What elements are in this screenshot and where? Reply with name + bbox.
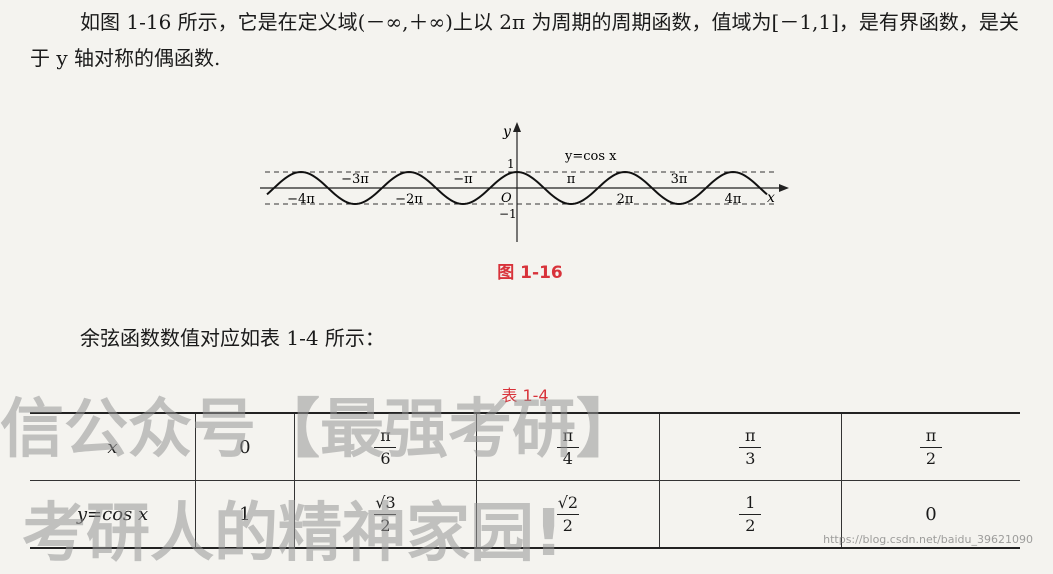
cosine-graph: y x O 1 −1 y=cos x −3π −π π 3π −4π −2π 2π 4π <box>260 122 789 242</box>
table-cell: 12 <box>658 480 842 549</box>
numerator: π <box>380 426 391 445</box>
y-axis-arrow <box>513 122 521 132</box>
row-header-x: x <box>30 412 196 481</box>
denominator: 2 <box>925 449 937 468</box>
x-tick-label: π <box>567 172 576 187</box>
curve-label: y=cos x <box>564 149 617 164</box>
table-cell: √2 2 <box>476 480 660 549</box>
origin-label: O <box>501 191 512 206</box>
fraction-bar <box>374 514 397 515</box>
y-tick-1: 1 <box>507 157 515 171</box>
x-axis-label: x <box>767 190 775 206</box>
x-axis-arrow <box>779 184 789 192</box>
fraction: √3 2 <box>374 493 397 536</box>
denominator: 2 <box>380 516 391 535</box>
fraction-bar <box>556 447 579 448</box>
x-tick-label: 2π <box>617 192 634 207</box>
row-header-cos: y=cos x <box>30 480 196 549</box>
table-row: x 0 π6 π4 π3 π2 <box>30 412 1020 481</box>
fraction-bar <box>739 447 762 448</box>
numerator: π <box>925 426 937 445</box>
x-tick-label: 4π <box>725 192 742 207</box>
y-tick-neg1: −1 <box>499 207 517 221</box>
x-tick-label: −π <box>453 172 473 187</box>
table-cell: √3 2 <box>293 480 477 549</box>
fraction: π3 <box>739 426 762 469</box>
fraction: π2 <box>920 426 943 469</box>
fraction-bar <box>739 514 762 515</box>
intro-paragraph: 如图 1-16 所示，它是在定义域(－∞,＋∞)上以 2π 为周期的周期函数，值… <box>30 10 1019 70</box>
numerator: 1 <box>745 493 756 512</box>
table-cell: π2 <box>841 412 1020 481</box>
numerator: π <box>745 426 756 445</box>
numerator: π <box>562 426 574 445</box>
fraction: π4 <box>556 426 579 469</box>
x-tick-label: −2π <box>395 192 423 207</box>
fraction-bar <box>556 514 579 515</box>
y-axis-label: y <box>502 124 512 140</box>
fraction-bar <box>920 447 943 448</box>
denominator: 6 <box>380 449 391 468</box>
x-tick-label: 3π <box>671 172 688 187</box>
cosine-values-table: x 0 π6 π4 π3 π2 y=cos x 1 √3 2 √2 2 12 0 <box>30 412 1020 549</box>
denominator: 2 <box>562 516 573 535</box>
x-tick-label: −3π <box>341 172 369 187</box>
denominator: 2 <box>745 516 756 535</box>
x-tick-label: −4π <box>287 192 315 207</box>
figure-caption: 图 1-16 <box>497 263 563 283</box>
table-cell: π6 <box>293 412 477 481</box>
fraction: π6 <box>374 426 397 469</box>
fraction-bar <box>374 447 397 448</box>
table-cell: 1 <box>195 480 295 549</box>
table-cell: 0 <box>195 412 295 481</box>
numerator: √2 <box>557 493 579 512</box>
denominator: 4 <box>562 449 573 468</box>
fraction: √2 2 <box>556 493 579 536</box>
denominator: 3 <box>745 449 756 468</box>
source-url: https://blog.csdn.net/baidu_39621090 <box>823 533 1033 546</box>
table-cell: π4 <box>476 412 660 481</box>
table-caption: 表 1-4 <box>501 386 549 405</box>
numerator: √3 <box>375 493 396 512</box>
table-cell: π3 <box>658 412 842 481</box>
table-intro-paragraph: 余弦函数数值对应如表 1-4 所示： <box>80 326 385 350</box>
fraction: 12 <box>739 493 762 536</box>
